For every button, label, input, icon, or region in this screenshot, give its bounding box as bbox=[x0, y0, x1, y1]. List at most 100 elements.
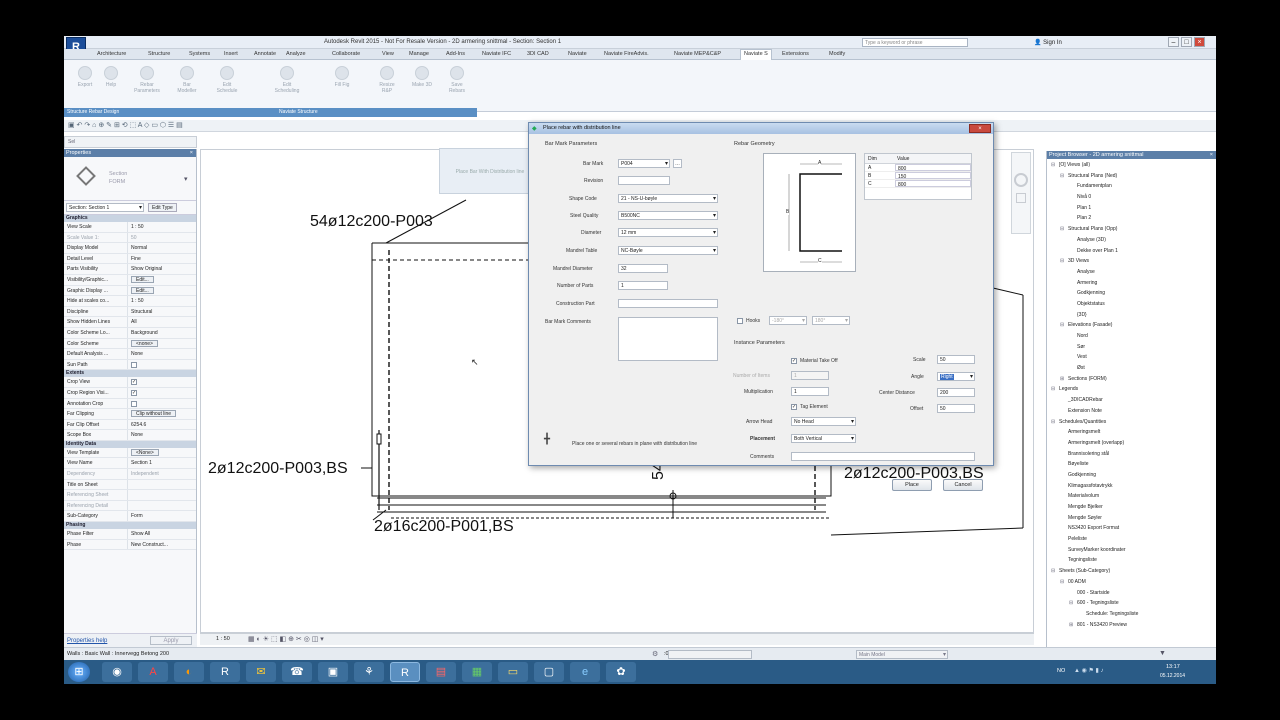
browser-tree-item[interactable]: Analyse bbox=[1047, 267, 1216, 278]
taskbar-lync-icon[interactable]: ☎ bbox=[282, 662, 312, 682]
tab-view[interactable]: View bbox=[382, 51, 394, 57]
modify-selector[interactable]: Sel bbox=[64, 136, 197, 148]
browser-tree-item[interactable]: Godkjenning bbox=[1047, 288, 1216, 299]
tab-naviate-mep-c-p[interactable]: Naviate MEP&C&P bbox=[674, 51, 721, 57]
bar-mark-pick-button[interactable]: … bbox=[673, 159, 682, 168]
taskbar-network-icon[interactable]: ⚘ bbox=[354, 662, 384, 682]
property-value[interactable]: Show Original bbox=[128, 264, 196, 274]
browser-tree-item[interactable]: ⊟ 00 ADM bbox=[1047, 577, 1216, 588]
browser-tree-item[interactable]: Mengde Bjelker bbox=[1047, 502, 1216, 513]
tab-naviate-s[interactable]: Naviate S bbox=[740, 49, 772, 60]
property-value[interactable]: Section 1 bbox=[128, 458, 196, 468]
ribbon-button-save-rebars[interactable]: Save Rebars bbox=[444, 66, 470, 94]
taskbar-snip-icon[interactable]: ✿ bbox=[606, 662, 636, 682]
ribbon-button-rebar-parameters[interactable]: Rebar Parameters bbox=[134, 66, 160, 94]
multiplication-input[interactable]: 1 bbox=[791, 387, 829, 396]
bar-mark-comments-input[interactable] bbox=[618, 317, 718, 361]
property-button[interactable]: <None> bbox=[131, 448, 159, 456]
browser-tree-item[interactable]: Tegningsliste bbox=[1047, 555, 1216, 566]
property-value[interactable] bbox=[128, 490, 196, 500]
close-button[interactable]: × bbox=[1194, 37, 1205, 47]
property-checkbox[interactable] bbox=[131, 400, 137, 407]
ribbon-button-edit-scheduling[interactable]: Edit Scheduling bbox=[274, 66, 300, 94]
dimension-value-input[interactable]: 800 bbox=[895, 164, 971, 172]
tab-insert[interactable]: Insert bbox=[224, 51, 238, 57]
browser-tree-item[interactable]: NS3420 Export Format bbox=[1047, 523, 1216, 534]
ribbon-button-resize-r-p[interactable]: Resize R&P bbox=[374, 66, 400, 94]
property-button[interactable]: Clip without line bbox=[131, 410, 177, 418]
browser-tree-item[interactable]: Fundamentplan bbox=[1047, 181, 1216, 192]
browser-tree-item[interactable]: ⊟ Legends bbox=[1047, 384, 1216, 395]
property-value[interactable]: Background bbox=[128, 328, 196, 338]
tab-naviate-ifc[interactable]: Naviate IFC bbox=[482, 51, 511, 57]
browser-tree-item[interactable]: ⊟ Elevations (Fasade) bbox=[1047, 320, 1216, 331]
property-value[interactable]: Fine bbox=[128, 254, 196, 264]
minimize-button[interactable]: – bbox=[1168, 37, 1179, 47]
start-button[interactable]: ⊞ bbox=[68, 662, 90, 682]
design-option-select[interactable]: Main Model bbox=[856, 650, 948, 659]
property-value[interactable]: All bbox=[128, 317, 196, 327]
close-icon[interactable]: × bbox=[1210, 151, 1213, 159]
expand-toggle-icon[interactable]: ⊟ bbox=[1060, 224, 1068, 235]
property-group-header[interactable]: Extents bbox=[64, 370, 196, 378]
property-checkbox[interactable]: ✓ bbox=[131, 389, 137, 396]
taskbar-explorer-icon[interactable]: ▭ bbox=[498, 662, 528, 682]
expand-toggle-icon[interactable]: ⊞ bbox=[1069, 620, 1077, 631]
view-scale[interactable]: 1 : 50 bbox=[216, 636, 230, 642]
mandrel-table-select[interactable]: NC-Bøyle bbox=[618, 246, 718, 255]
browser-tree-item[interactable]: ⊟ Schedules/Quantities bbox=[1047, 417, 1216, 428]
tab-manage[interactable]: Manage bbox=[409, 51, 429, 57]
property-value[interactable]: Structural bbox=[128, 307, 196, 317]
property-group-header[interactable]: Identity Data bbox=[64, 440, 196, 448]
property-value[interactable]: New Construct... bbox=[128, 540, 196, 550]
property-value[interactable] bbox=[128, 360, 196, 370]
arrow-head-select[interactable]: No Head bbox=[791, 417, 856, 426]
property-button[interactable]: <none> bbox=[131, 339, 158, 347]
ribbon-button-help[interactable]: Help bbox=[98, 66, 124, 88]
browser-tree-item[interactable]: ⊟ Sheets (Sub-Category) bbox=[1047, 566, 1216, 577]
property-value[interactable]: Normal bbox=[128, 243, 196, 253]
clock-time[interactable]: 13:17 bbox=[1166, 664, 1180, 670]
property-value[interactable]: Edit... bbox=[128, 275, 196, 285]
property-group-header[interactable]: Phasing bbox=[64, 522, 196, 530]
property-value[interactable]: Form bbox=[128, 511, 196, 521]
search-input[interactable]: Type a keyword or phrase bbox=[862, 38, 968, 47]
property-button[interactable]: Edit... bbox=[131, 286, 154, 294]
browser-tree-item[interactable]: {3D} bbox=[1047, 310, 1216, 321]
browser-tree-item[interactable]: Klimagassfotavtrykk bbox=[1047, 481, 1216, 492]
workset-icon[interactable]: ⚙ bbox=[652, 650, 658, 658]
zoom-icon[interactable] bbox=[1016, 193, 1026, 203]
browser-tree-item[interactable]: Mengde Søyler bbox=[1047, 513, 1216, 524]
property-value[interactable]: 1 : 50 bbox=[128, 296, 196, 306]
taskbar-remote-icon[interactable]: ▣ bbox=[318, 662, 348, 682]
browser-tree-item[interactable]: Armering bbox=[1047, 278, 1216, 289]
browser-tree-item[interactable]: Bøyeliste bbox=[1047, 459, 1216, 470]
expand-toggle-icon[interactable]: ⊟ bbox=[1069, 598, 1077, 609]
place-button[interactable]: Place bbox=[892, 479, 932, 491]
number-of-items-input[interactable]: 1 bbox=[791, 371, 829, 380]
expand-toggle-icon[interactable]: ⊟ bbox=[1060, 171, 1068, 182]
tab-analyze[interactable]: Analyze bbox=[286, 51, 306, 57]
browser-tree-item[interactable]: ⊞ 801 - NS3420 Preview bbox=[1047, 620, 1216, 631]
browser-tree-item[interactable]: 000 - Startside bbox=[1047, 588, 1216, 599]
type-selector[interactable]: Section FORM ▾ bbox=[64, 157, 196, 201]
tab-add-ins[interactable]: Add-Ins bbox=[446, 51, 465, 57]
tag-element-checkbox[interactable]: ✓ bbox=[791, 402, 797, 410]
taskbar-archive-icon[interactable]: ▤ bbox=[426, 662, 456, 682]
ribbon-button-export[interactable]: Export bbox=[72, 66, 98, 88]
browser-tree-item[interactable]: Plan 2 bbox=[1047, 213, 1216, 224]
expand-toggle-icon[interactable]: ⊟ bbox=[1051, 384, 1059, 395]
property-value[interactable]: 50 bbox=[128, 233, 196, 243]
browser-tree-item[interactable]: Armeringsmelt (overlapp) bbox=[1047, 438, 1216, 449]
expand-toggle-icon[interactable]: ⊟ bbox=[1051, 160, 1059, 171]
taskbar-display-icon[interactable]: ▢ bbox=[534, 662, 564, 682]
property-value[interactable]: None bbox=[128, 349, 196, 359]
view-control-icons[interactable]: ▦ ◐ ☀ ⬚ ◧ ⊕ ✂ ◎ ◫ ▾ bbox=[248, 635, 324, 643]
browser-tree-item[interactable]: ⊟ Structural Plans (Ned) bbox=[1047, 171, 1216, 182]
browser-tree-item[interactable]: Armeringsmelt bbox=[1047, 427, 1216, 438]
placement-select[interactable]: Both Vertical bbox=[791, 434, 856, 443]
steel-quality-select[interactable]: B500NC bbox=[618, 211, 718, 220]
browser-tree-item[interactable]: ⊞ Sections (FORM) bbox=[1047, 374, 1216, 385]
property-value[interactable]: Clip without line bbox=[128, 409, 196, 419]
tab-naviate[interactable]: Naviate bbox=[568, 51, 587, 57]
